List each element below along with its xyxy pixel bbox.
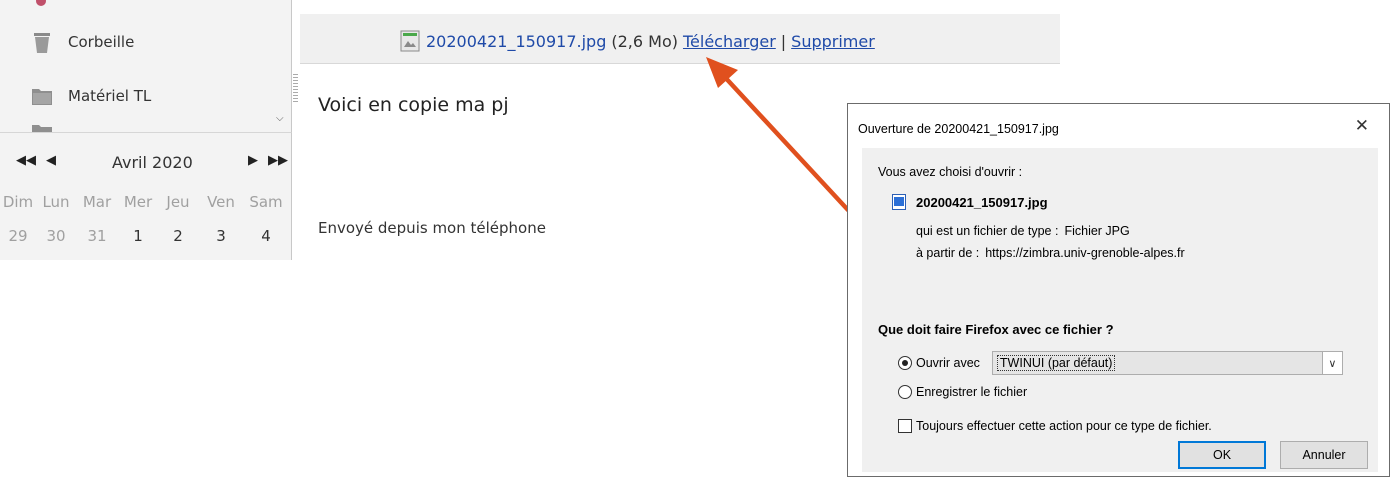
link-separator: | (780, 31, 787, 51)
save-file-option[interactable]: Enregistrer le fichier (898, 385, 1027, 399)
calendar-date[interactable]: 1 (118, 227, 158, 245)
weekday-label: Mar (82, 193, 112, 211)
weekday-label: Lun (42, 193, 70, 211)
scroll-down-icon[interactable]: ⌵ (276, 113, 284, 124)
weekday-label: Mer (123, 193, 153, 211)
calendar-date[interactable]: 3 (198, 227, 244, 245)
dialog-question: Que doit faire Firefox avec ce fichier ? (878, 322, 1114, 337)
weekday-label: Ven (207, 193, 235, 211)
next-month-icon[interactable]: ▶ (248, 153, 258, 168)
pane-splitter-handle[interactable] (293, 74, 298, 102)
prev-year-icon[interactable]: ◀◀ (16, 153, 36, 168)
dialog-file-row: 20200421_150917.jpg (892, 194, 1048, 210)
download-link[interactable]: Télécharger (683, 32, 776, 51)
calendar-date[interactable]: 30 (36, 227, 76, 245)
open-with-radio[interactable] (898, 356, 912, 370)
prev-month-icon[interactable]: ◀ (46, 153, 56, 168)
calendar-weekdays: Dim Lun Mar Mer Jeu Ven Sam (0, 193, 292, 211)
dialog-title: Ouverture de 20200421_150917.jpg (858, 122, 1059, 136)
attachment-filename[interactable]: 20200421_150917.jpg (426, 32, 606, 51)
open-with-label[interactable]: Ouvrir avec (916, 356, 980, 370)
open-with-option[interactable]: Ouvrir avec TWINUI (par défaut) ∨ (898, 351, 1343, 375)
folder-item-materiel-tl[interactable]: Matériel TL (30, 84, 151, 108)
next-year-icon[interactable]: ▶▶ (268, 153, 288, 168)
folder-label: Corbeille (68, 33, 135, 51)
calendar-date[interactable]: 31 (76, 227, 118, 245)
dialog-content: Vous avez choisi d'ouvrir : 20200421_150… (862, 148, 1378, 472)
file-type-label: qui est un fichier de type : (916, 224, 1059, 238)
message-signature: Envoyé depuis mon téléphone (318, 219, 546, 237)
application-select-value: TWINUI (par défaut) (996, 355, 1116, 371)
image-file-icon (400, 30, 420, 52)
file-source-row: à partir de : https://zimbra.univ-grenobl… (916, 246, 1185, 260)
calendar-nav: ◀◀ ◀ Avril 2020 ▶ ▶▶ (0, 153, 292, 175)
file-type-value: Fichier JPG (1064, 224, 1130, 238)
ok-button[interactable]: OK (1178, 441, 1266, 469)
delete-link[interactable]: Supprimer (791, 32, 875, 51)
folder-icon (30, 84, 54, 108)
folder-color-dot (36, 0, 46, 6)
calendar-week-row: 29 30 31 1 2 3 4 (0, 227, 292, 245)
folder-icon (30, 120, 54, 132)
dialog-intro: Vous avez choisi d'ouvrir : (878, 165, 1023, 179)
calendar-month-label[interactable]: Avril 2020 (112, 153, 193, 172)
folder-label: Matériel TL (68, 87, 152, 105)
trash-icon (30, 30, 54, 54)
mini-calendar: ◀◀ ◀ Avril 2020 ▶ ▶▶ Dim Lun Mar Mer Jeu… (0, 132, 292, 260)
attachment-size: (2,6 Mo) (611, 31, 678, 51)
calendar-date[interactable]: 29 (0, 227, 36, 245)
folder-tree: Corbeille Matériel TL ⌵ (0, 0, 292, 132)
folder-item-corbeille[interactable]: Corbeille (30, 30, 134, 54)
calendar-date[interactable]: 4 (244, 227, 288, 245)
always-action-option[interactable]: Toujours effectuer cette action pour ce … (898, 419, 1212, 433)
file-type-row: qui est un fichier de type : Fichier JPG (916, 224, 1130, 238)
jpg-file-icon (892, 194, 906, 210)
close-icon[interactable]: ✕ (1355, 116, 1369, 136)
weekday-label: Jeu (166, 193, 190, 211)
always-action-label[interactable]: Toujours effectuer cette action pour ce … (916, 419, 1212, 433)
chevron-down-icon[interactable]: ∨ (1321, 352, 1342, 374)
weekday-label: Dim (2, 193, 34, 211)
file-source-value: https://zimbra.univ-grenoble-alpes.fr (985, 246, 1185, 260)
application-select[interactable]: TWINUI (par défaut) ∨ (991, 351, 1343, 375)
open-file-dialog: Ouverture de 20200421_150917.jpg ✕ Vous … (847, 103, 1390, 477)
message-text: Voici en copie ma pj (318, 94, 509, 116)
cancel-button[interactable]: Annuler (1280, 441, 1368, 469)
always-action-checkbox[interactable] (898, 419, 912, 433)
save-file-label[interactable]: Enregistrer le fichier (916, 385, 1027, 399)
save-file-radio[interactable] (898, 385, 912, 399)
dialog-filename: 20200421_150917.jpg (916, 194, 1048, 210)
weekday-label: Sam (249, 193, 283, 211)
attachment-row: 20200421_150917.jpg (2,6 Mo) Télécharger… (400, 30, 875, 52)
file-source-label: à partir de : (916, 246, 980, 260)
folder-item-partial[interactable] (30, 120, 68, 132)
calendar-date[interactable]: 2 (158, 227, 198, 245)
